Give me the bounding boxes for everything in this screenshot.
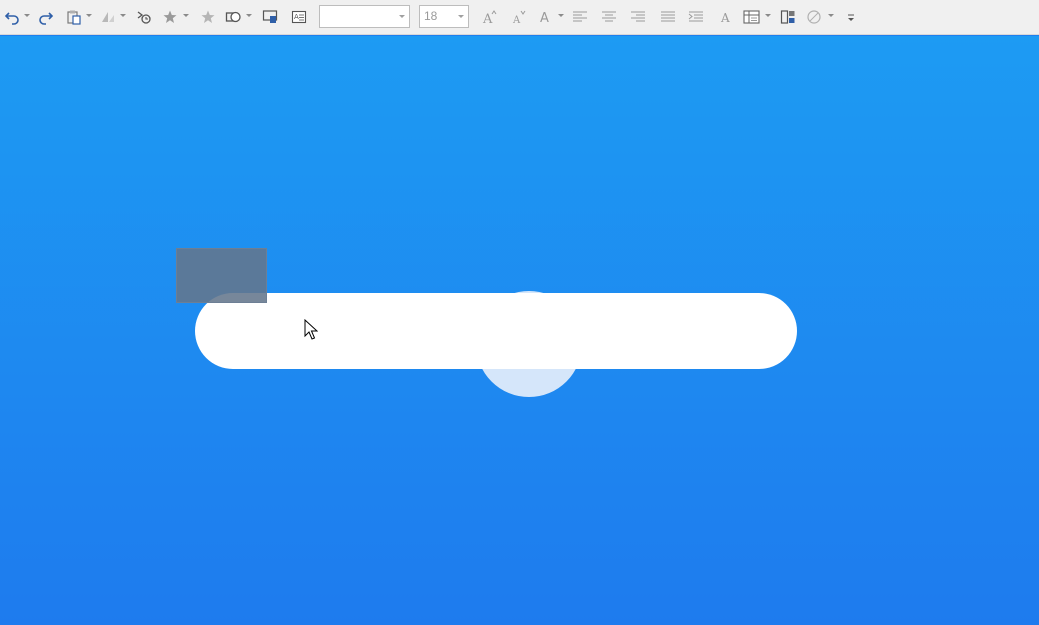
undo-icon[interactable] [4,7,20,27]
favorites-star-icon[interactable] [200,7,216,27]
justify-icon[interactable] [660,7,676,27]
font-color-dropdown-arrow[interactable] [558,14,564,17]
animation-icon[interactable] [136,7,152,27]
mouse-pointer-icon [304,318,319,345]
svg-text:A: A [720,11,730,25]
star-effects-dropdown-arrow[interactable] [183,14,189,17]
clone-formatting-icon[interactable] [100,7,116,27]
star-effects-icon[interactable] [162,7,178,27]
white-rounded-pill-shape[interactable] [195,293,797,369]
font-size-value: 18 [424,9,438,23]
paragraph-direction-icon[interactable] [688,7,704,27]
paste-icon[interactable] [66,7,82,27]
paste-dropdown-arrow[interactable] [86,14,92,17]
redo-icon[interactable] [38,7,54,27]
font-size-combobox[interactable]: 18 [419,5,469,28]
shape-effects-icon[interactable] [806,7,824,27]
more-options-icon[interactable] [845,7,857,27]
shrink-font-icon[interactable]: A [510,7,526,27]
toolbar: A 18 A A A A [0,0,1039,35]
align-left-icon[interactable] [572,7,588,27]
align-center-icon[interactable] [601,7,617,27]
align-right-icon[interactable] [630,7,646,27]
table-icon[interactable] [743,7,761,27]
text-box-icon[interactable]: A [291,7,307,27]
slide-canvas[interactable] [0,36,1039,625]
shapes-dropdown-arrow[interactable] [246,14,252,17]
gray-rectangle-shape[interactable] [176,248,267,303]
shape-effects-dropdown-arrow[interactable] [828,14,834,17]
arrange-icon[interactable] [780,7,796,27]
font-color-icon[interactable]: A [538,7,554,27]
character-icon[interactable]: A [718,7,734,27]
svg-text:A: A [294,13,299,21]
table-dropdown-arrow[interactable] [765,14,771,17]
font-size-dropdown-arrow[interactable] [458,15,464,18]
svg-text:A: A [512,15,521,25]
svg-text:A: A [540,11,549,25]
font-name-dropdown-arrow[interactable] [399,15,405,18]
undo-dropdown-arrow[interactable] [24,14,30,17]
grow-font-icon[interactable]: A [481,7,497,27]
font-name-combobox[interactable] [319,5,410,28]
shapes-icon[interactable] [225,7,241,27]
clone-dropdown-arrow[interactable] [120,14,126,17]
svg-text:A: A [482,12,493,25]
slideshow-icon[interactable] [262,7,278,27]
